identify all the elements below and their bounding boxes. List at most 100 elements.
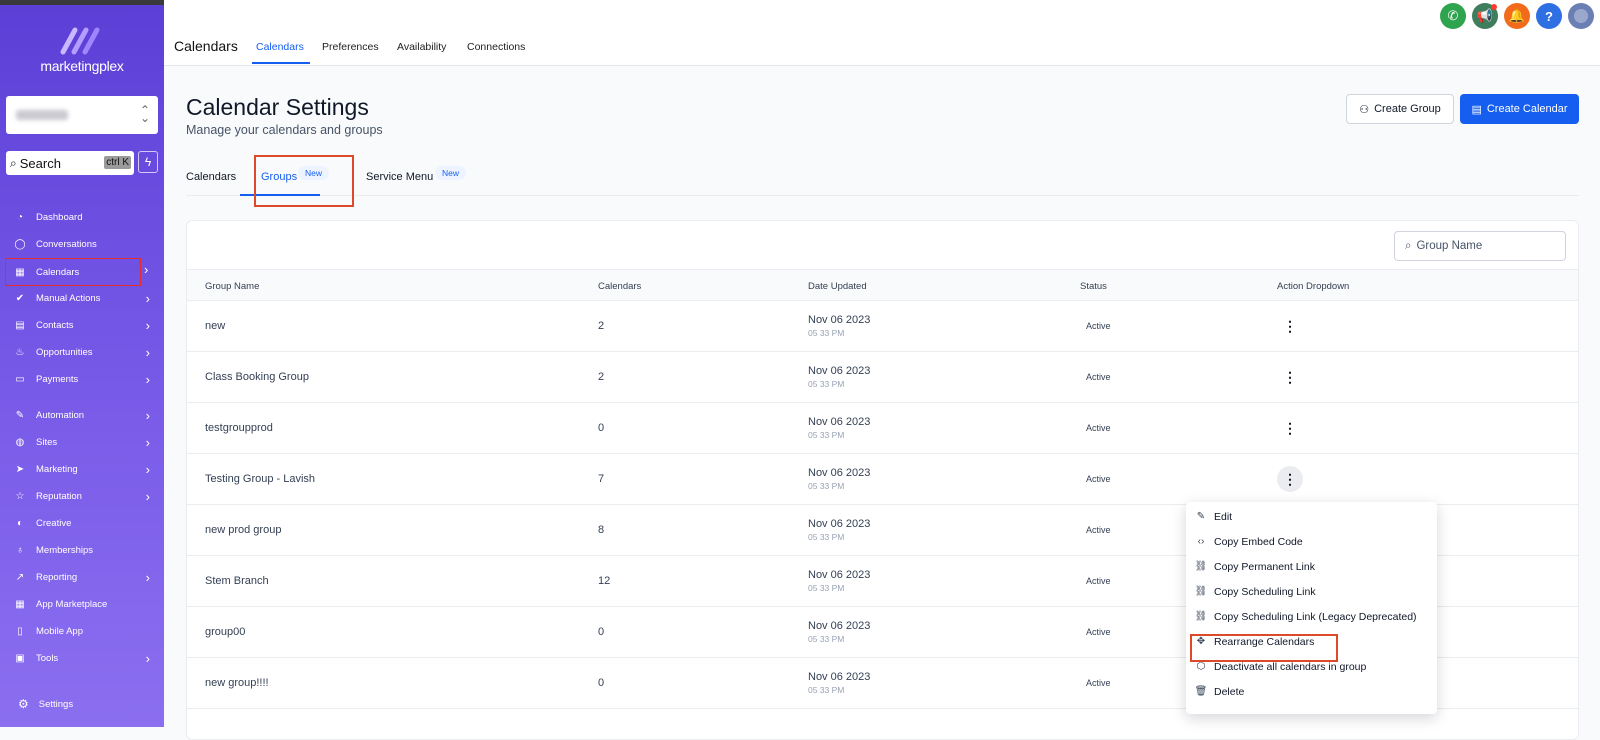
sidebar-item-settings[interactable]: ⚙ Settings xyxy=(0,692,164,716)
sidebar-search[interactable]: ⌕ Search ctrl K xyxy=(6,151,134,175)
sidebar-item-creative[interactable]: ◐ Creative xyxy=(0,510,164,536)
table-row[interactable]: testgroupprod 0 Nov 06 2023 05 33 PM Act… xyxy=(187,403,1578,454)
subtab-service-menu[interactable]: Service Menu xyxy=(366,171,433,183)
search-placeholder: Group Name xyxy=(1416,240,1483,252)
menu-item-copy-scheduling-link-legacy[interactable]: ⛓ Copy Scheduling Link (Legacy Deprecated… xyxy=(1186,604,1437,629)
sidebar-item-mobile-app[interactable]: ▯ Mobile App xyxy=(0,618,164,644)
new-badge: New xyxy=(435,166,467,180)
chart-icon: ↗ xyxy=(15,571,25,583)
sidebar-item-automation[interactable]: ✎ Automation › xyxy=(0,402,164,428)
column-header[interactable]: Group Name xyxy=(205,281,259,292)
tab-connections[interactable]: Connections xyxy=(467,41,525,53)
sidebar-item-calendars[interactable]: ▦ Calendars xyxy=(5,258,141,286)
create-calendar-button[interactable]: ▤ Create Calendar xyxy=(1460,94,1579,124)
sidebar-item-sites[interactable]: ◍ Sites › xyxy=(0,429,164,455)
group-name[interactable]: testgroupprod xyxy=(205,422,273,434)
sidebar-item-manual-actions[interactable]: ✔ Manual Actions › xyxy=(0,285,164,311)
row-actions-button[interactable]: ⋮ xyxy=(1277,415,1303,441)
date-updated: Nov 06 2023 xyxy=(808,671,871,683)
add-user-icon: ⚇ xyxy=(1359,103,1370,116)
account-switcher[interactable]: ⌃ ⌄ xyxy=(6,96,158,134)
bolt-icon: ϟ xyxy=(144,155,152,169)
sidebar-item-dashboard[interactable]: ◔ Dashboard xyxy=(0,204,164,230)
quick-action-button[interactable]: ϟ xyxy=(138,151,158,173)
table-row[interactable]: Class Booking Group 2 Nov 06 2023 05 33 … xyxy=(187,352,1578,403)
group-name[interactable]: Testing Group - Lavish xyxy=(205,473,315,485)
column-header: Action Dropdown xyxy=(1277,281,1350,292)
window-top-strip xyxy=(0,0,164,5)
avatar[interactable] xyxy=(1568,3,1594,29)
help-button[interactable]: ? xyxy=(1536,3,1562,29)
time-updated: 05 33 PM xyxy=(808,481,845,491)
status-badge: Active xyxy=(1086,525,1111,535)
sidebar-item-conversations[interactable]: ◯ Conversations xyxy=(0,231,164,257)
sidebar-item-reporting[interactable]: ↗ Reporting › xyxy=(0,564,164,590)
sidebar-item-label: Sites xyxy=(36,436,58,448)
gear-icon: ⚙ xyxy=(18,697,29,711)
announcements-button[interactable]: 📢 xyxy=(1472,3,1498,29)
briefcase-icon: ▣ xyxy=(15,652,25,664)
tab-preferences[interactable]: Preferences xyxy=(322,41,379,53)
sidebar-item-app-marketplace[interactable]: ▦ App Marketplace xyxy=(0,591,164,617)
group-name[interactable]: group00 xyxy=(205,626,245,638)
grid-icon: ▦ xyxy=(15,598,25,610)
sidebar-item-payments[interactable]: ▭ Payments › xyxy=(0,366,164,392)
sidebar-item-label: Dashboard xyxy=(36,211,83,223)
sidebar-item-contacts[interactable]: ▤ Contacts › xyxy=(0,312,164,338)
group-name[interactable]: new group!!!! xyxy=(205,677,269,689)
sidebar-item-label: Reputation xyxy=(36,490,82,502)
time-updated: 05 33 PM xyxy=(808,379,845,389)
date-updated: Nov 06 2023 xyxy=(808,467,871,479)
sidebar-item-marketing[interactable]: ➤ Marketing › xyxy=(0,456,164,482)
calendar-count: 12 xyxy=(598,575,611,587)
phone-button[interactable]: ✆ xyxy=(1440,3,1466,29)
calendar-count: 8 xyxy=(598,524,605,536)
calendar-count: 0 xyxy=(598,626,605,638)
status-badge: Active xyxy=(1086,678,1111,688)
menu-item-label: Copy Scheduling Link xyxy=(1214,585,1316,598)
card-icon: ▭ xyxy=(15,373,25,385)
subtab-calendars[interactable]: Calendars xyxy=(186,171,236,183)
menu-item-copy-permanent-link[interactable]: ⛓ Copy Permanent Link xyxy=(1186,554,1437,579)
menu-item-label: Deactivate all calendars in group xyxy=(1214,660,1367,673)
menu-item-label: Copy Embed Code xyxy=(1214,535,1303,548)
sidebar-item-label: Creative xyxy=(36,517,72,529)
rearrange-highlight xyxy=(1190,634,1338,662)
column-header[interactable]: Status xyxy=(1080,281,1107,292)
column-header[interactable]: Calendars xyxy=(598,281,641,292)
create-group-button[interactable]: ⚇ Create Group xyxy=(1346,94,1454,124)
row-actions-button[interactable]: ⋮ xyxy=(1277,466,1303,492)
row-actions-button[interactable]: ⋮ xyxy=(1277,313,1303,339)
page-subtitle: Manage your calendars and groups xyxy=(186,123,383,137)
row-action-menu: ✎ Edit ‹› Copy Embed Code ⛓ Copy Permanent … xyxy=(1186,502,1437,714)
group-name[interactable]: new xyxy=(205,320,225,332)
menu-item-label: Copy Permanent Link xyxy=(1214,560,1315,573)
sidebar-item-reputation[interactable]: ☆ Reputation › xyxy=(0,483,164,509)
table-row[interactable]: new 2 Nov 06 2023 05 33 PM Active ⋮ xyxy=(187,301,1578,352)
sidebar-item-opportunities[interactable]: ♨ Opportunities › xyxy=(0,339,164,365)
date-updated: Nov 06 2023 xyxy=(808,620,871,632)
chevron-right-icon: › xyxy=(145,488,150,504)
sidebar-item-memberships[interactable]: ♁ Memberships xyxy=(0,537,164,563)
tab-calendars[interactable]: Calendars xyxy=(256,41,304,53)
status-badge: Active xyxy=(1086,321,1111,331)
tab-availability[interactable]: Availability xyxy=(397,41,446,53)
sidebar-item-tools[interactable]: ▣ Tools › xyxy=(0,645,164,671)
notifications-button[interactable]: 🔔 xyxy=(1504,3,1530,29)
menu-item-copy-embed-code[interactable]: ‹› Copy Embed Code xyxy=(1186,529,1437,554)
table-row[interactable]: Testing Group - Lavish 7 Nov 06 2023 05 … xyxy=(187,454,1578,505)
menu-item-copy-scheduling-link[interactable]: ⛓ Copy Scheduling Link xyxy=(1186,579,1437,604)
link-icon: ⛓ xyxy=(1194,586,1208,597)
group-name[interactable]: new prod group xyxy=(205,524,281,536)
group-name[interactable]: Stem Branch xyxy=(205,575,269,587)
group-name[interactable]: Class Booking Group xyxy=(205,371,309,383)
row-actions-button[interactable]: ⋮ xyxy=(1277,364,1303,390)
power-icon: ⬡ xyxy=(1196,661,1206,672)
menu-item-delete[interactable]: 🗑 Delete xyxy=(1186,679,1437,704)
wand-icon: ✎ xyxy=(15,409,25,421)
group-search-input[interactable]: ⌕ Group Name xyxy=(1394,231,1566,261)
column-header[interactable]: Date Updated xyxy=(808,281,867,292)
calendar-count: 0 xyxy=(598,677,605,689)
menu-item-edit[interactable]: ✎ Edit xyxy=(1186,504,1437,529)
brand-logo[interactable]: marketingplex xyxy=(0,24,164,74)
